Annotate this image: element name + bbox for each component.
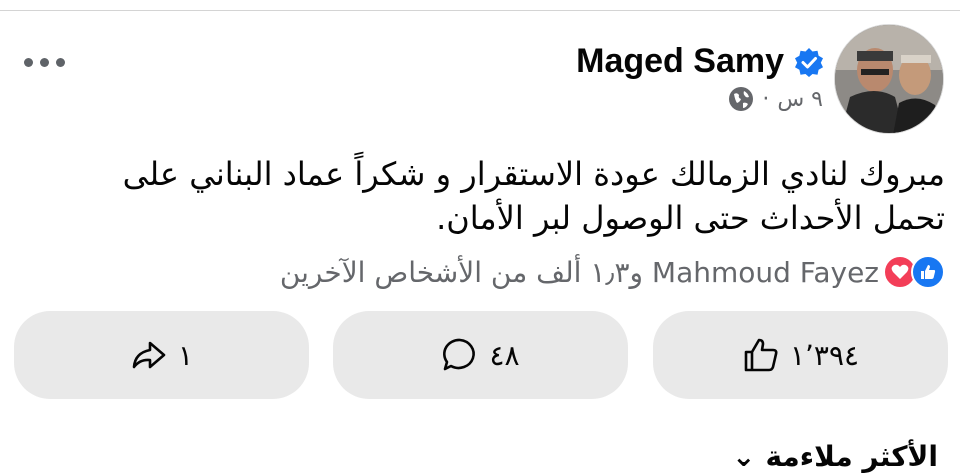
comment-count: ٤٨ <box>489 338 520 372</box>
share-count: ١ <box>177 338 194 372</box>
comment-icon <box>443 338 476 371</box>
like-icon <box>744 338 778 372</box>
more-dot <box>40 58 49 67</box>
more-dot <box>56 58 65 67</box>
post-meta: ٩ س · <box>728 86 823 112</box>
like-button[interactable]: ١٬٣٩٤ <box>653 311 948 399</box>
avatar[interactable] <box>834 24 944 134</box>
share-icon <box>132 341 166 369</box>
share-button[interactable]: ١ <box>14 311 309 399</box>
author-name[interactable]: Maged Samy <box>576 42 784 81</box>
like-reaction-icon <box>911 255 945 289</box>
reaction-icons <box>883 255 945 289</box>
like-count: ١٬٣٩٤ <box>789 338 860 372</box>
meta-separator: · <box>762 86 770 112</box>
more-horizontal-icon[interactable] <box>24 58 65 67</box>
reactions-summary[interactable]: Mahmoud Fayez و١٫٣ ألف من الأشخاص الآخري… <box>280 255 945 289</box>
reactions-text[interactable]: Mahmoud Fayez و١٫٣ ألف من الأشخاص الآخري… <box>280 256 879 289</box>
post-author[interactable]: Maged Samy <box>576 42 824 81</box>
comment-button[interactable]: ٤٨ <box>333 311 628 399</box>
avatar-photo <box>835 25 943 133</box>
top-divider <box>0 0 960 11</box>
globe-icon <box>729 87 754 111</box>
post-text: مبروك لنادي الزمالك عودة الاستقرار و شكر… <box>122 155 945 237</box>
more-dot <box>24 58 33 67</box>
verified-badge-icon <box>795 47 823 77</box>
post-time[interactable]: ٩ س <box>777 87 823 112</box>
action-bar: ١ ٤٨ ١٬٣٩٤ <box>14 311 948 399</box>
